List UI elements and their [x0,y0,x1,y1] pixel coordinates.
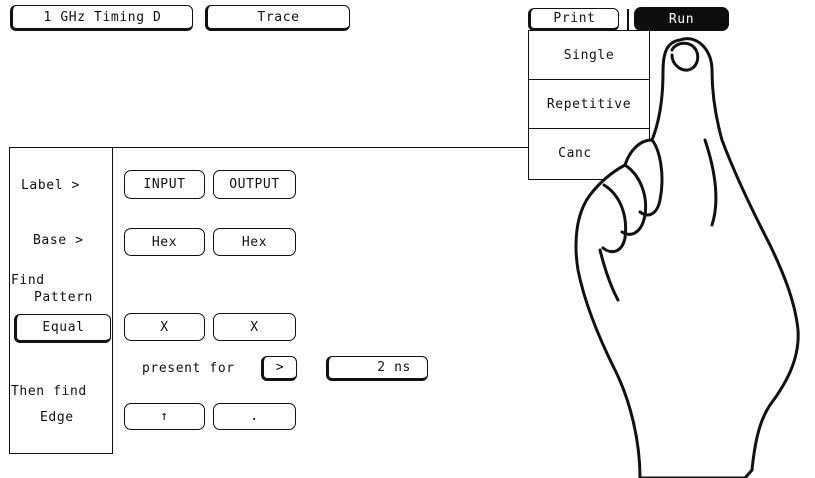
edge-output-button[interactable]: . [213,403,296,430]
panel-divider [112,147,113,454]
edge-title: Edge [40,410,74,425]
pointing-hand-icon [574,37,800,478]
label-input-button[interactable]: INPUT [124,170,205,199]
pattern-mode-button[interactable]: Equal [14,314,111,343]
label-output-button[interactable]: OUTPUT [213,170,296,199]
duration-value-field[interactable]: 2 ns [326,356,428,381]
base-input-button[interactable]: Hex [124,228,205,256]
base-row-title: Base > [33,233,84,248]
present-for-label: present for [142,361,235,376]
label-row-title: Label > [21,178,80,193]
edge-input-button[interactable]: ↑ [124,403,205,430]
then-find-label: Then find [11,384,87,399]
base-output-button[interactable]: Hex [213,228,296,256]
duration-operator-button[interactable]: > [261,356,297,381]
module-select-button[interactable]: 1 GHz Timing D [10,5,193,31]
find-title: Find [11,273,45,288]
pattern-title: Pattern [34,290,93,305]
menu-divider-line [112,147,528,148]
pattern-input-button[interactable]: X [124,313,205,341]
pattern-output-button[interactable]: X [213,313,296,341]
trace-menu-button[interactable]: Trace [205,5,350,31]
